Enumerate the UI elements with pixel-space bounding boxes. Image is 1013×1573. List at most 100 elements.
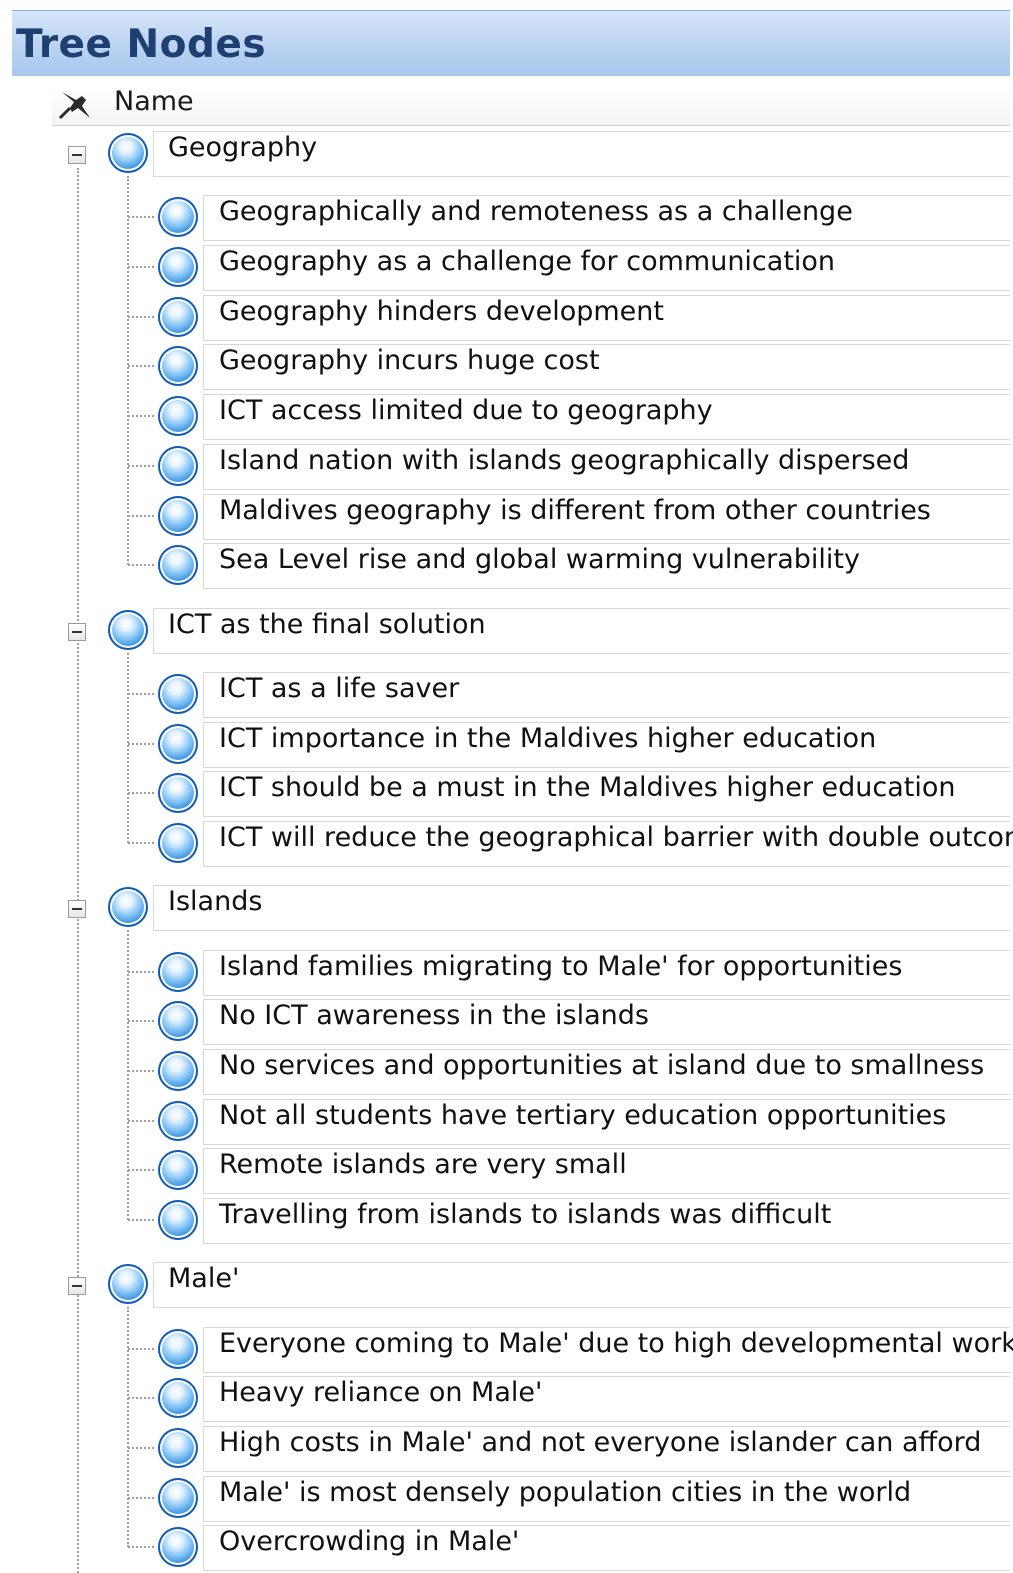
- tree-node-child[interactable]: Travelling from islands to islands was d…: [0, 1195, 1013, 1245]
- tree-node-label: ICT will reduce the geographical barrier…: [219, 821, 1013, 853]
- tree-node-child[interactable]: Geographically and remoteness as a chall…: [0, 192, 1013, 242]
- node-icon: [158, 1150, 198, 1191]
- child-connector-tick: [128, 692, 154, 695]
- node-icon: [158, 1328, 198, 1369]
- node-icon-cell: [153, 344, 203, 388]
- node-icon: [158, 1050, 198, 1091]
- tree-node-child[interactable]: No services and opportunities at island …: [0, 1046, 1013, 1096]
- node-icon-cell: [153, 1525, 203, 1569]
- node-name-cell[interactable]: [153, 1262, 1010, 1309]
- tree-node-child[interactable]: Geography incurs huge cost: [0, 341, 1013, 391]
- child-connector-tick: [128, 564, 154, 567]
- tree-node-child[interactable]: Sea Level rise and global warming vulner…: [0, 540, 1013, 590]
- tree-node-child[interactable]: ICT as a life saver: [0, 669, 1013, 719]
- tree-node-label: High costs in Male' and not everyone isl…: [219, 1427, 982, 1458]
- child-connector-tick: [128, 1347, 154, 1350]
- tree-node-child[interactable]: Geography hinders development: [0, 292, 1013, 342]
- tree-node-label: Maldives geography is different from oth…: [219, 494, 931, 526]
- tree-node-child[interactable]: Island nation with islands geographicall…: [0, 441, 1013, 491]
- tree-node-label: ICT as a life saver: [219, 672, 460, 704]
- node-icon: [158, 723, 198, 764]
- node-icon-cell: [153, 999, 203, 1043]
- tree-view: Geography Geographically and remoteness a…: [0, 0, 1013, 1573]
- node-icon-cell: [153, 1476, 203, 1520]
- node-icon-cell: [153, 771, 203, 815]
- node-icon: [108, 133, 148, 173]
- node-icon: [158, 495, 198, 536]
- node-icon-cell: [153, 1426, 203, 1470]
- tree-node-group[interactable]: ICT as the final solution: [0, 605, 1013, 655]
- tree-node-group[interactable]: Geography: [0, 128, 1013, 178]
- node-icon: [158, 247, 198, 287]
- tree-node-label: Island nation with islands geographicall…: [219, 444, 910, 476]
- child-connector-tick: [128, 970, 154, 973]
- tree-node-child[interactable]: Heavy reliance on Male': [0, 1373, 1013, 1423]
- child-connector-tick: [128, 1397, 154, 1400]
- node-icon-cell: [153, 950, 203, 994]
- child-connector-tick: [128, 1169, 154, 1172]
- tree-node-label: Geography incurs huge cost: [219, 345, 600, 377]
- tree-node-child[interactable]: ICT should be a must in the Maldives hig…: [0, 768, 1013, 818]
- child-connector-tick: [128, 792, 154, 795]
- node-icon-cell: [153, 722, 203, 766]
- node-icon: [158, 296, 198, 337]
- node-icon: [108, 1264, 148, 1305]
- collapse-minus-icon[interactable]: [68, 900, 86, 919]
- node-icon-cell: [153, 394, 203, 438]
- tree-node-child[interactable]: Island families migrating to Male' for o…: [0, 947, 1013, 997]
- node-icon: [158, 1100, 198, 1141]
- collapse-minus-icon[interactable]: [68, 622, 86, 641]
- tree-node-label: ICT importance in the Maldives higher ed…: [219, 722, 877, 754]
- tree-node-group[interactable]: Male': [0, 1259, 1013, 1309]
- tree-node-label: No ICT awareness in the islands: [219, 1000, 649, 1032]
- child-connector-tick: [128, 841, 154, 844]
- node-icon-cell: [153, 444, 203, 488]
- child-connector-tick: [128, 1219, 154, 1221]
- tree-node-group[interactable]: Islands: [0, 882, 1013, 932]
- tree-node-child[interactable]: Male' is most densely population cities …: [0, 1473, 1013, 1523]
- node-icon: [158, 197, 198, 238]
- node-icon: [158, 1527, 198, 1568]
- tree-node-label: Travelling from islands to islands was d…: [219, 1199, 832, 1230]
- tree-node-child[interactable]: ICT access limited due to geography: [0, 391, 1013, 441]
- node-icon: [158, 1378, 198, 1419]
- collapse-minus-icon[interactable]: [68, 1277, 86, 1296]
- tree-node-child[interactable]: Overcrowding in Male': [0, 1522, 1013, 1572]
- tree-node-label: ICT as the final solution: [168, 608, 486, 640]
- child-connector-tick: [128, 216, 154, 219]
- tree-node-child[interactable]: ICT will reduce the geographical barrier…: [0, 818, 1013, 868]
- child-connector-tick: [128, 415, 154, 418]
- tree-node-child[interactable]: Everyone coming to Male' due to high dev…: [0, 1324, 1013, 1374]
- tree-node-label: Not all students have tertiary education…: [219, 1099, 947, 1131]
- node-icon: [158, 1428, 198, 1468]
- tree-node-child[interactable]: Remote islands are very small: [0, 1145, 1013, 1195]
- tree-node-child[interactable]: Geography as a challenge for communicati…: [0, 242, 1013, 292]
- child-connector-tick: [128, 1020, 154, 1023]
- node-icon-cell: [153, 1198, 203, 1242]
- child-connector-tick: [128, 365, 154, 368]
- node-icon-cell: [153, 245, 203, 289]
- child-connector-tick: [128, 315, 154, 318]
- tree-node-child[interactable]: No ICT awareness in the islands: [0, 996, 1013, 1046]
- tree-node-child[interactable]: Not all students have tertiary education…: [0, 1096, 1013, 1146]
- tree-node-child[interactable]: ICT importance in the Maldives higher ed…: [0, 719, 1013, 769]
- node-icon-cell: [103, 885, 153, 929]
- node-icon: [158, 773, 198, 814]
- tree-node-label: ICT access limited due to geography: [219, 395, 713, 427]
- node-icon-cell: [103, 608, 153, 652]
- node-icon-cell: [153, 295, 203, 339]
- collapse-minus-icon[interactable]: [68, 146, 86, 164]
- node-icon-cell: [103, 1262, 153, 1306]
- tree-node-label: ICT should be a must in the Maldives hig…: [219, 772, 956, 804]
- tree-node-child[interactable]: High costs in Male' and not everyone isl…: [0, 1423, 1013, 1473]
- child-connector-tick: [128, 1119, 154, 1122]
- node-name-cell[interactable]: [153, 885, 1010, 932]
- node-icon-cell: [153, 1099, 203, 1143]
- node-icon: [158, 396, 198, 437]
- child-connector-tick: [128, 514, 154, 517]
- tree-node-label: Islands: [168, 886, 263, 918]
- tree-node-label: Everyone coming to Male' due to high dev…: [219, 1327, 1013, 1359]
- child-connector-tick: [128, 1496, 154, 1499]
- child-connector-tick: [128, 742, 154, 745]
- tree-node-child[interactable]: Maldives geography is different from oth…: [0, 491, 1013, 541]
